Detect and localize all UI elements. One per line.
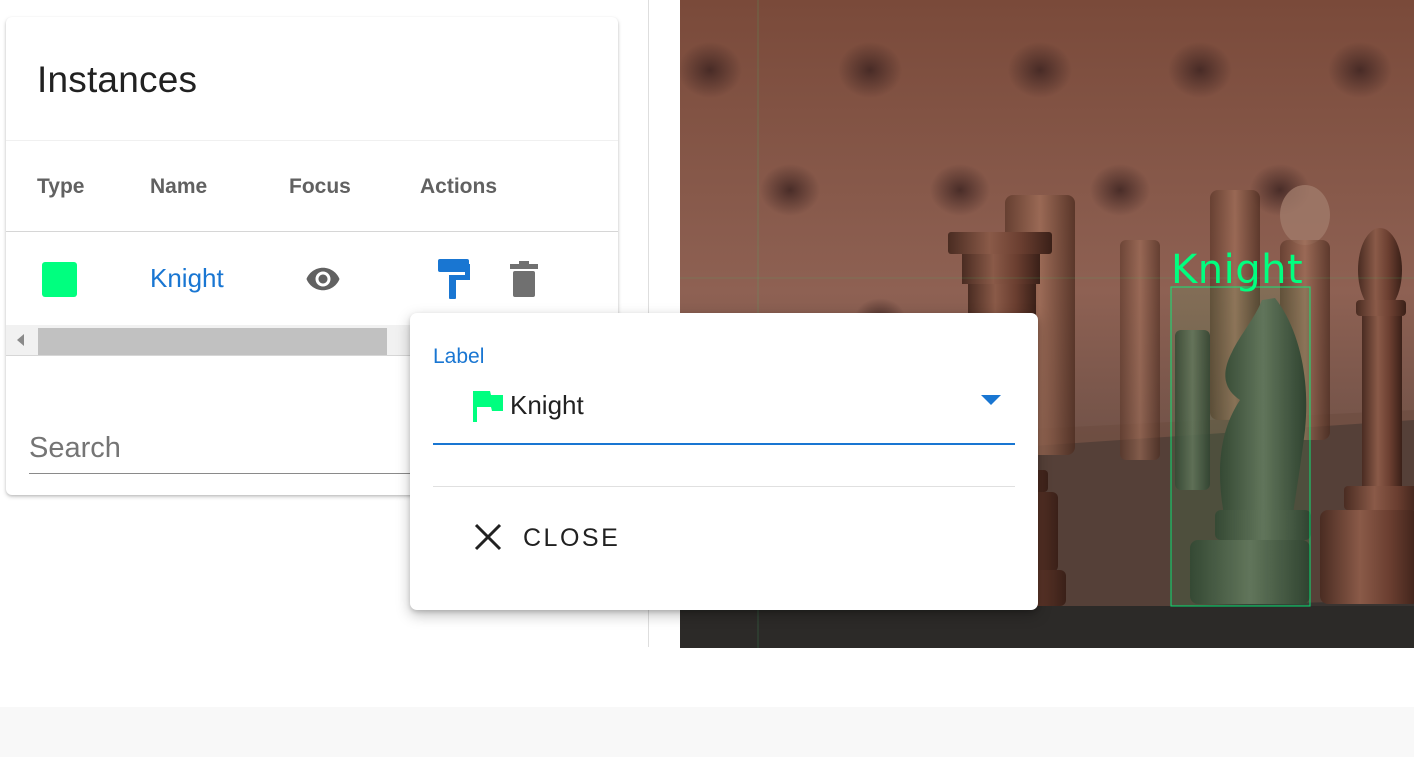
close-button[interactable]: CLOSE <box>468 511 638 565</box>
type-color-swatch <box>42 262 77 297</box>
chevron-down-icon[interactable] <box>981 395 1001 405</box>
label-field-caption: Label <box>433 345 485 368</box>
popup-divider <box>433 486 1015 487</box>
column-header-type: Type <box>37 175 85 198</box>
label-select-value: Knight <box>510 390 584 420</box>
column-header-name: Name <box>150 175 208 198</box>
label-select[interactable]: Knight <box>433 375 1015 445</box>
flag-icon <box>473 391 503 422</box>
footer-bar <box>0 707 1414 757</box>
instance-name-link[interactable]: Knight <box>150 263 224 294</box>
scrollbar-thumb[interactable] <box>38 328 387 355</box>
annotation-label: Knight <box>1171 247 1304 293</box>
close-button-label: CLOSE <box>523 524 621 552</box>
paint-roller-icon[interactable] <box>437 258 473 300</box>
close-icon <box>474 523 502 551</box>
app-root: Instances Type Name Focus Actions Knight <box>0 0 1414 757</box>
table-row: Knight <box>6 233 618 325</box>
table-header: Type Name Focus Actions <box>6 141 618 232</box>
label-editor-popup: Label Knight CLOSE <box>410 313 1038 610</box>
eye-icon[interactable] <box>300 261 346 297</box>
panel-title: Instances <box>37 59 198 100</box>
column-header-actions: Actions <box>420 175 498 198</box>
trash-icon[interactable] <box>509 260 539 298</box>
scroll-left-arrow-icon[interactable] <box>17 334 24 346</box>
column-header-focus: Focus <box>289 175 351 198</box>
